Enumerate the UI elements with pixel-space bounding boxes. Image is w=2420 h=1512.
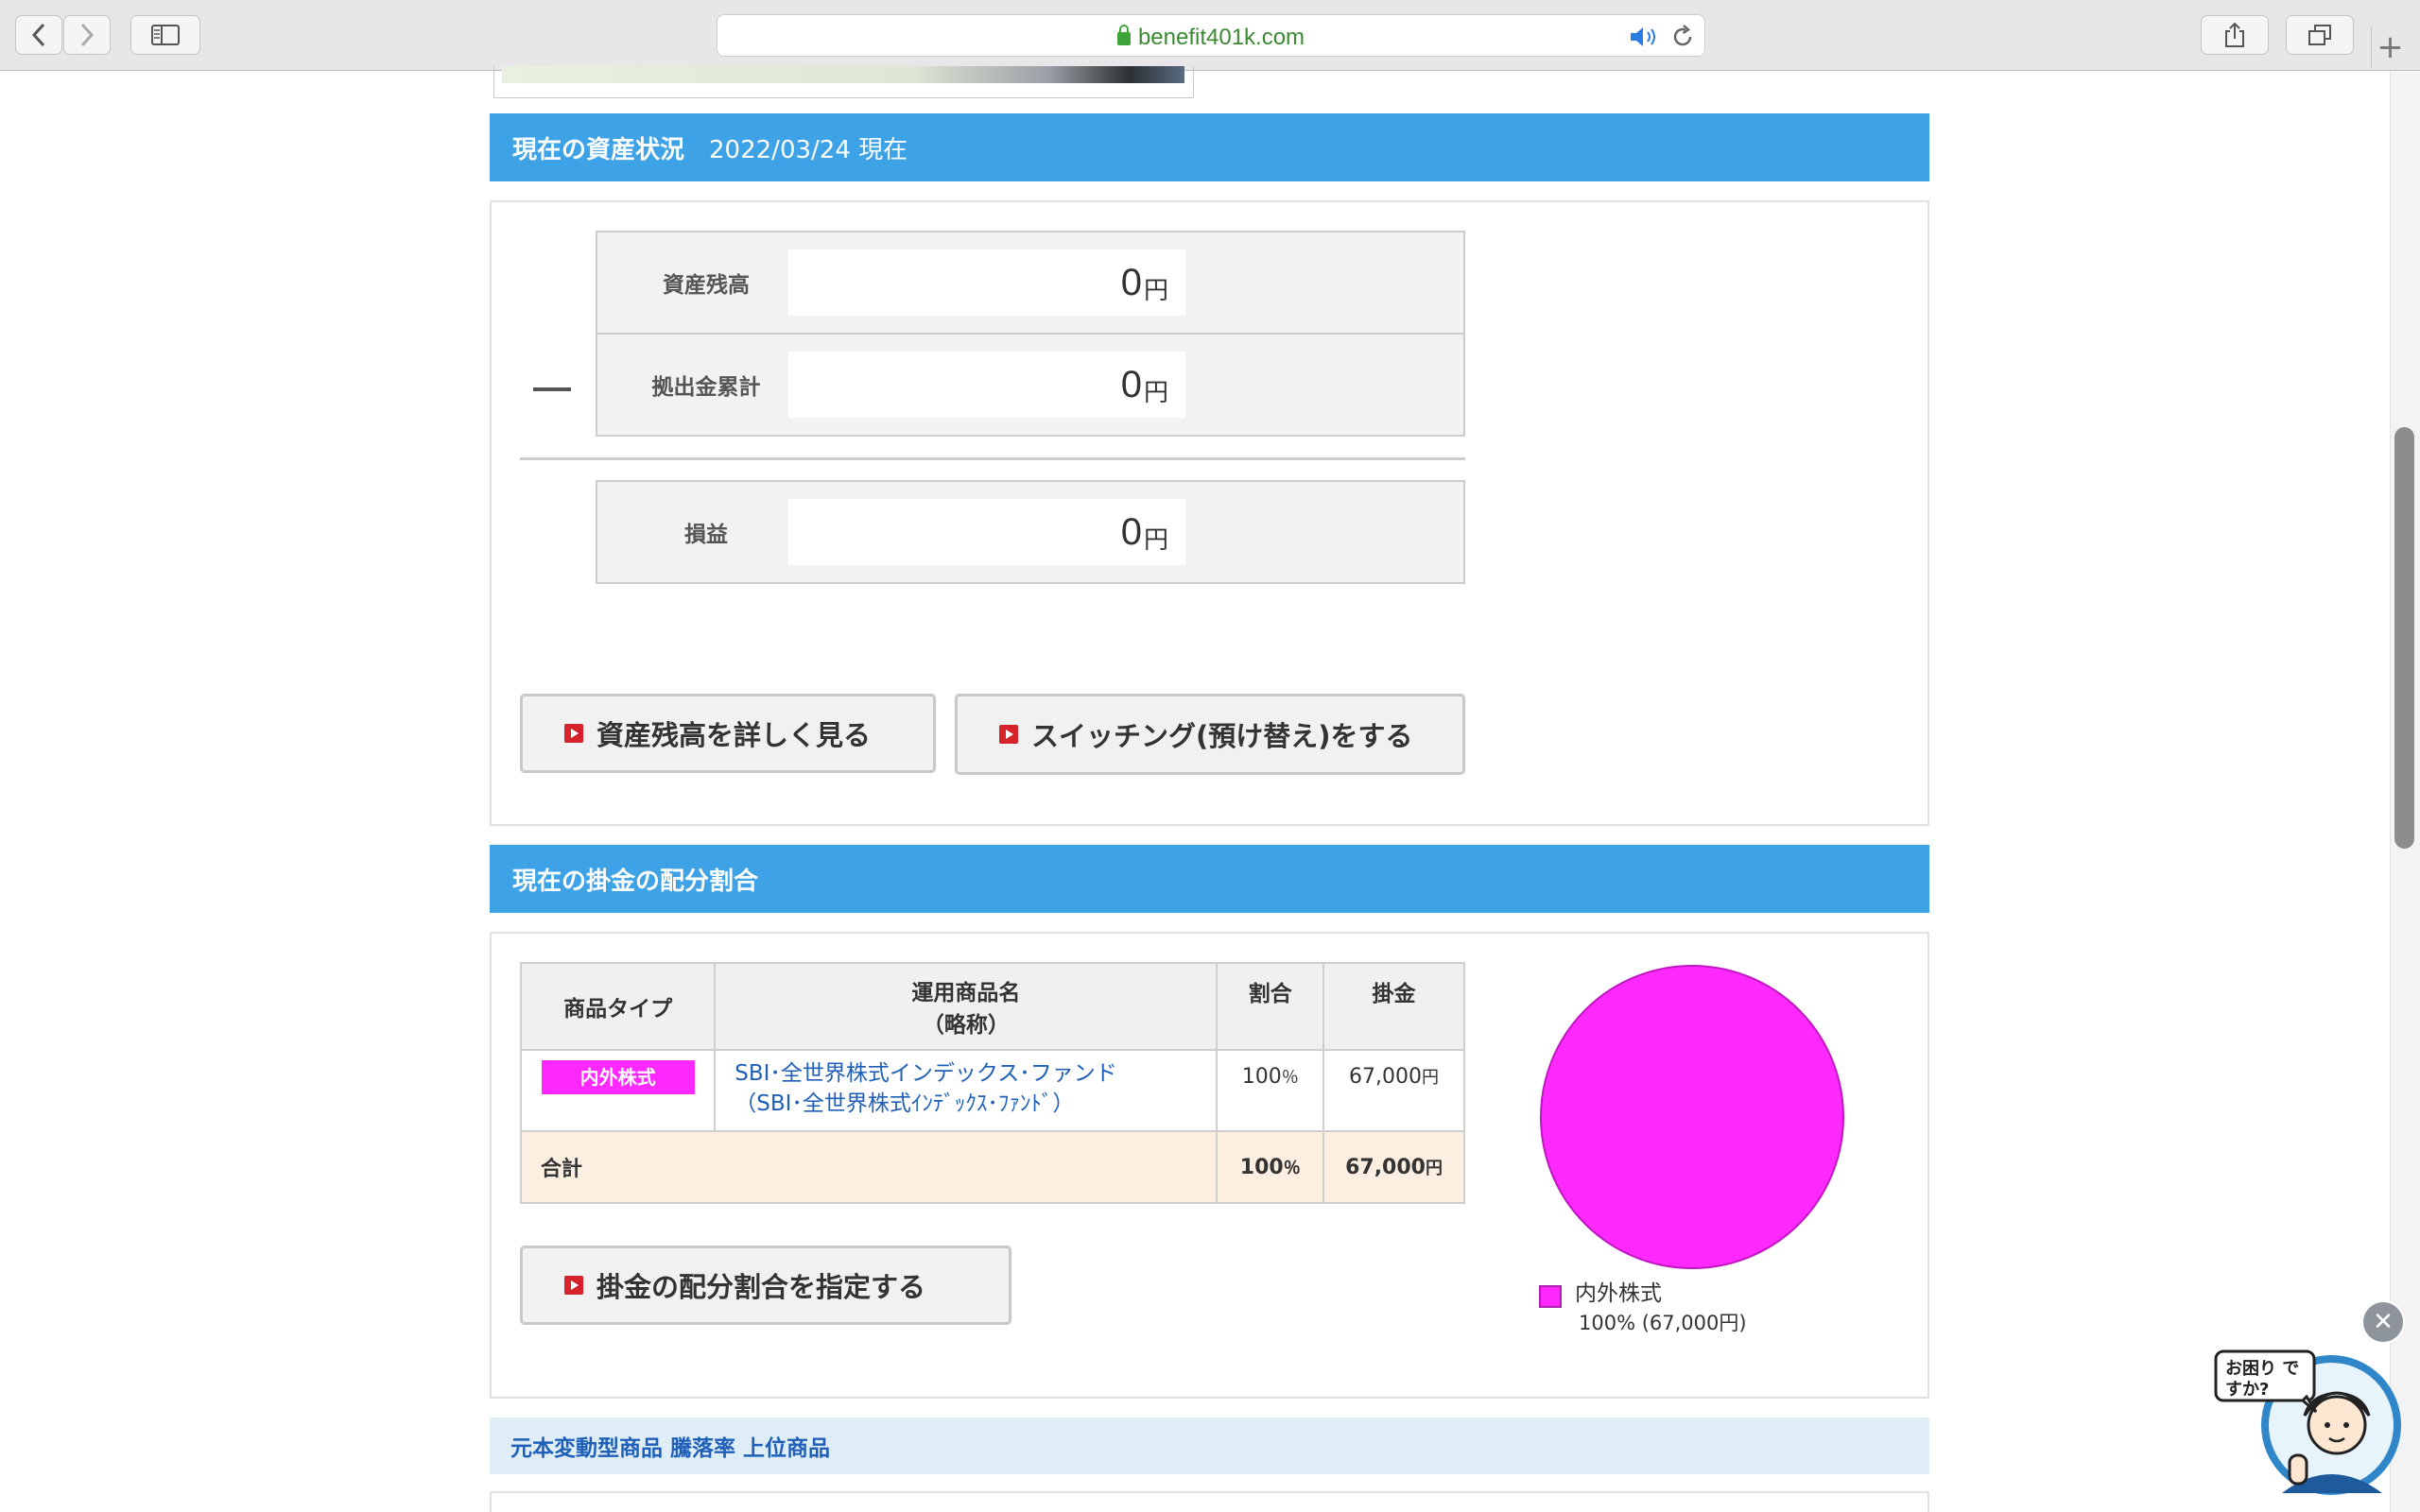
arrow-icon	[999, 725, 1018, 744]
help-widget[interactable]: お困り ですか?	[2212, 1314, 2401, 1512]
asset-section-date: 2022/03/24 現在	[709, 135, 908, 164]
reload-icon[interactable]	[1670, 25, 1695, 49]
ranking-section-header: 元本変動型商品 騰落率 上位商品	[490, 1418, 1929, 1474]
asset-balance-label: 資産残高	[663, 273, 750, 298]
legend-swatch	[1539, 1285, 1562, 1308]
scrollbar-thumb[interactable]	[2394, 427, 2414, 849]
sidebar-icon	[151, 25, 180, 45]
col-ratio: 割合	[1216, 962, 1325, 1051]
profit-loss-value: 0円	[788, 499, 1185, 565]
profit-loss-box: 損益 0円	[596, 480, 1465, 584]
amount-cell: 67,000円	[1322, 1049, 1465, 1132]
table-row: 内外株式 SBI･全世界株式インデックス･ファンド （SBI･全世界株式ｲﾝﾃﾞ…	[519, 1049, 1465, 1132]
switching-button[interactable]: スイッチング(預け替え)をする	[955, 694, 1465, 775]
total-row: 合計 100％ 67,000円	[519, 1130, 1465, 1204]
minus-sign	[533, 387, 571, 391]
set-allocation-button[interactable]: 掛金の配分割合を指定する	[520, 1246, 1011, 1325]
legend-detail: 100% (67,000円)	[1579, 1312, 1747, 1334]
total-ratio: 100％	[1216, 1130, 1325, 1204]
asset-summary-box: 資産残高 0円 拠出金累計 0円	[596, 231, 1465, 437]
profit-loss-label: 損益	[684, 523, 728, 547]
ranking-panel	[490, 1491, 1929, 1512]
close-icon[interactable]: ✕	[2361, 1300, 2405, 1344]
allocation-pie-chart	[1540, 965, 1844, 1269]
forward-button[interactable]	[63, 15, 111, 55]
pie-slice-内外株式	[1540, 965, 1844, 1269]
asset-balance-row: 資産残高 0円	[597, 232, 1463, 333]
total-label: 合計	[519, 1130, 1219, 1204]
total-amount: 67,000円	[1322, 1130, 1465, 1204]
arrow-icon	[564, 1276, 583, 1295]
tabs-button[interactable]	[2286, 15, 2354, 55]
col-type: 商品タイプ	[519, 962, 717, 1051]
allocation-section-title: 現在の掛金の配分割合	[512, 867, 759, 896]
contribution-total-row: 拠出金累計 0円	[597, 333, 1463, 433]
support-operator-icon	[2214, 1349, 2401, 1495]
banner-image	[493, 66, 1194, 98]
col-amount: 掛金	[1322, 962, 1465, 1051]
fund-name-cell: SBI･全世界株式インデックス･ファンド （SBI･全世界株式ｲﾝﾃﾞｯｸｽ･ﾌ…	[714, 1049, 1219, 1132]
fund-name-link[interactable]: SBI･全世界株式インデックス･ファンド	[735, 1058, 1216, 1089]
back-button[interactable]	[15, 15, 62, 55]
type-tag: 内外株式	[541, 1060, 695, 1094]
speaker-icon[interactable]	[1629, 26, 1663, 47]
divider	[520, 457, 1465, 460]
profit-loss-row: 損益 0円	[597, 482, 1463, 582]
tabs-icon	[2308, 25, 2331, 45]
share-button[interactable]	[2201, 15, 2269, 55]
back-icon	[31, 23, 45, 47]
type-cell: 内外株式	[519, 1049, 717, 1132]
legend-label: 内外株式	[1575, 1281, 1662, 1306]
sidebar-button[interactable]	[130, 15, 200, 55]
asset-section-header: 現在の資産状況 2022/03/24 現在	[490, 113, 1929, 181]
col-name: 運用商品名 （略称）	[714, 962, 1219, 1051]
asset-detail-button[interactable]: 資産残高を詳しく見る	[520, 694, 936, 773]
asset-section-title: 現在の資産状況	[512, 135, 685, 164]
contribution-total-label: 拠出金累計	[651, 375, 761, 400]
ranking-section-title: 元本変動型商品 騰落率 上位商品	[510, 1436, 831, 1461]
help-bubble-text: お困り ですか?	[2225, 1359, 2300, 1400]
url-text: benefit401k.com	[1137, 25, 1305, 50]
asset-balance-value: 0円	[788, 249, 1185, 316]
fund-short-name[interactable]: （SBI･全世界株式ｲﾝﾃﾞｯｸｽ･ﾌｧﾝﾄﾞ）	[735, 1089, 1216, 1119]
allocation-table: 商品タイプ 運用商品名 （略称） 割合 掛金 内外株式 SBI･全世界株式インデ…	[519, 962, 1465, 1204]
address-bar[interactable]: benefit401k.com	[717, 14, 1705, 57]
share-icon	[2225, 22, 2244, 47]
lock-icon	[1116, 25, 1131, 45]
browser-toolbar: benefit401k.com +	[0, 0, 2420, 71]
allocation-section-header: 現在の掛金の配分割合	[490, 845, 1929, 913]
forward-icon	[80, 23, 95, 47]
ratio-cell: 100％	[1216, 1049, 1325, 1132]
contribution-total-value: 0円	[788, 352, 1185, 418]
arrow-icon	[564, 724, 583, 743]
new-tab-icon[interactable]: +	[2371, 26, 2409, 68]
